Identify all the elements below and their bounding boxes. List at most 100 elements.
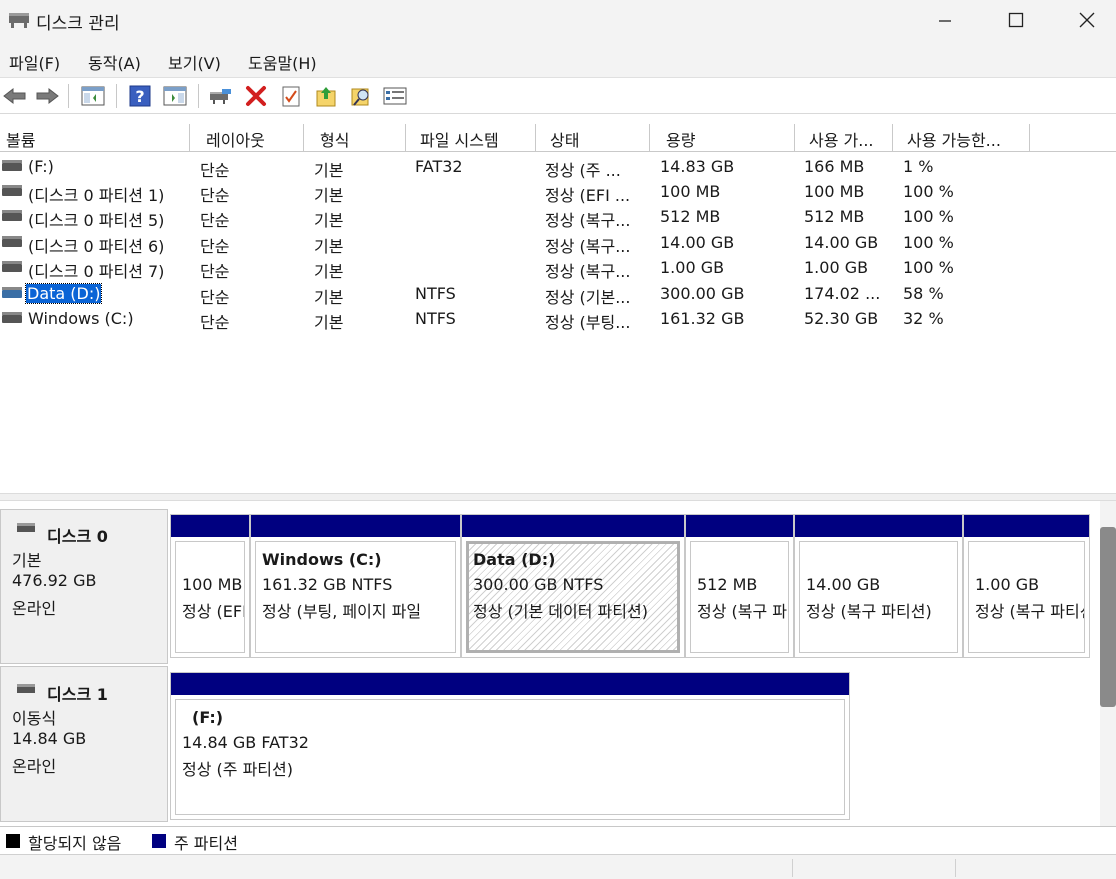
disk-state: 온라인: [12, 757, 57, 776]
column-header-status[interactable]: 상태: [536, 124, 650, 152]
volume-layout: 단순: [200, 186, 230, 205]
legend-swatch-unallocated: [6, 834, 20, 848]
disk-kind: 기본: [12, 551, 42, 570]
properties-button[interactable]: [278, 83, 304, 109]
column-header-volume[interactable]: 볼륨: [0, 124, 190, 152]
volume-free-space: 174.02 ...: [804, 284, 881, 303]
menu-view[interactable]: 보기(V): [168, 50, 221, 74]
volume-capacity: 161.32 GB: [660, 309, 745, 328]
action-pane-button[interactable]: [162, 83, 188, 109]
partition-size: 14.84 GB FAT32: [182, 733, 309, 752]
volume-type: 기본: [314, 237, 344, 256]
menu-help[interactable]: 도움말(H): [248, 50, 317, 74]
volume-icon: [2, 160, 22, 171]
disk-name: 디스크 1: [47, 685, 108, 704]
table-row[interactable]: (디스크 0 파티션 5) 단순 기본 정상 (복구... 512 MB 512…: [0, 205, 1116, 230]
show-hide-console-tree-icon: [81, 86, 105, 106]
column-header-free-space[interactable]: 사용 가...: [795, 124, 893, 152]
table-row[interactable]: (디스크 0 파티션 7) 단순 기본 정상 (복구... 1.00 GB 1.…: [0, 256, 1116, 281]
help-button[interactable]: ?: [127, 83, 153, 109]
volume-filesystem: FAT32: [415, 157, 463, 176]
partition-status: 정상 (복구 파티션): [806, 602, 932, 621]
connect-drive-button[interactable]: [208, 83, 234, 109]
delete-button[interactable]: [243, 83, 269, 109]
minimize-icon: [939, 20, 951, 22]
find-button[interactable]: [348, 83, 374, 109]
menu-bar: 파일(F) 동작(A) 보기(V) 도움말(H): [0, 42, 1116, 78]
volume-layout: 단순: [200, 313, 230, 332]
volume-free-space: 512 MB: [804, 207, 865, 226]
volume-percent-free: 100 %: [903, 258, 954, 277]
status-bar: [0, 854, 1116, 879]
volume-type: 기본: [314, 288, 344, 307]
volume-status: 정상 (부팅...: [545, 313, 631, 332]
volume-type: 기본: [314, 161, 344, 180]
title-bar: 디스크 관리: [0, 0, 1116, 42]
volume-icon: [2, 287, 22, 298]
column-header-layout[interactable]: 레이아웃: [190, 124, 304, 152]
toolbar: ?: [0, 78, 1116, 114]
close-button[interactable]: [1052, 0, 1116, 40]
volume-status: 정상 (복구...: [545, 211, 631, 230]
volume-filesystem: NTFS: [415, 284, 456, 303]
volume-name: Data (D:): [24, 283, 103, 304]
volume-filesystem: NTFS: [415, 309, 456, 328]
partition-title: Windows (C:): [262, 550, 382, 569]
maximize-button[interactable]: [981, 0, 1051, 40]
volume-layout: 단순: [200, 211, 230, 230]
volume-icon: [2, 210, 22, 221]
partition-recovery-5[interactable]: 512 MB 정상 (복구 파티션): [685, 514, 794, 658]
column-header-type[interactable]: 형식: [304, 124, 406, 152]
disk-name: 디스크 0: [47, 527, 108, 546]
column-header-capacity[interactable]: 용량: [650, 124, 795, 152]
volume-layout: 단순: [200, 262, 230, 281]
partition-data-d-selected[interactable]: Data (D:) 300.00 GB NTFS 정상 (기본 데이터 파티션): [461, 514, 685, 658]
menu-file[interactable]: 파일(F): [9, 50, 60, 74]
settings-button[interactable]: [382, 83, 408, 109]
volume-percent-free: 100 %: [903, 182, 954, 201]
volume-percent-free: 100 %: [903, 233, 954, 252]
table-row[interactable]: (F:) 단순 기본 FAT32 정상 (주 ... 14.83 GB 166 …: [0, 155, 1116, 180]
connect-drive-icon: [210, 89, 231, 104]
legend-swatch-primary: [152, 834, 166, 848]
minimize-button[interactable]: [910, 0, 980, 40]
column-header-percent-free[interactable]: 사용 가능한...: [893, 124, 1030, 152]
console-tree-button[interactable]: [80, 83, 106, 109]
table-row[interactable]: (디스크 0 파티션 1) 단순 기본 정상 (EFI ... 100 MB 1…: [0, 180, 1116, 205]
disk-0-info[interactable]: 디스크 0 기본 476.92 GB 온라인: [0, 509, 168, 664]
svg-text:?: ?: [135, 87, 144, 106]
disk-1-info[interactable]: 디스크 1 이동식 14.84 GB 온라인: [0, 666, 168, 822]
volume-type: 기본: [314, 313, 344, 332]
volume-status: 정상 (복구...: [545, 262, 631, 281]
export-list-button[interactable]: [313, 83, 339, 109]
volume-type: 기본: [314, 211, 344, 230]
forward-icon: [36, 87, 59, 105]
column-header-filesystem[interactable]: 파일 시스템: [406, 124, 536, 152]
partition-removable-f[interactable]: (F:) 14.84 GB FAT32 정상 (주 파티션): [170, 672, 850, 820]
partition-recovery-6[interactable]: 14.00 GB 정상 (복구 파티션): [794, 514, 963, 658]
volume-name: (F:): [28, 157, 54, 176]
volume-free-space: 52.30 GB: [804, 309, 879, 328]
forward-button[interactable]: [34, 83, 60, 109]
partition-recovery-7[interactable]: 1.00 GB 정상 (복구 파티션): [963, 514, 1090, 658]
volume-name: Windows (C:): [28, 309, 134, 328]
volume-name: (디스크 0 파티션 5): [28, 211, 165, 230]
volume-name: (디스크 0 파티션 1): [28, 186, 165, 205]
volume-free-space: 1.00 GB: [804, 258, 869, 277]
legend: 할당되지 않음 주 파티션: [0, 826, 1116, 854]
table-row[interactable]: Windows (C:) 단순 기본 NTFS 정상 (부팅... 161.32…: [0, 307, 1116, 332]
volume-percent-free: 1 %: [903, 157, 934, 176]
partition-windows-c[interactable]: Windows (C:) 161.32 GB NTFS 정상 (부팅, 페이지 …: [250, 514, 461, 658]
partition-size: 512 MB: [697, 575, 758, 594]
table-row[interactable]: (디스크 0 파티션 6) 단순 기본 정상 (복구... 14.00 GB 1…: [0, 231, 1116, 256]
menu-action[interactable]: 동작(A): [88, 50, 141, 74]
table-row-selected[interactable]: Data (D:) 단순 기본 NTFS 정상 (기본... 300.00 GB…: [0, 282, 1116, 307]
partition-status: 정상 (부팅, 페이지 파일: [262, 602, 422, 621]
partition-efi[interactable]: 100 MB 정상 (EFI 시스템 파티션): [170, 514, 250, 658]
back-button[interactable]: [2, 83, 28, 109]
partition-size: 14.00 GB: [806, 575, 881, 594]
volume-icon: [2, 236, 22, 247]
pane-splitter[interactable]: [0, 493, 1116, 501]
scrollbar-thumb[interactable]: [1100, 527, 1116, 707]
volume-icon: [2, 312, 22, 323]
